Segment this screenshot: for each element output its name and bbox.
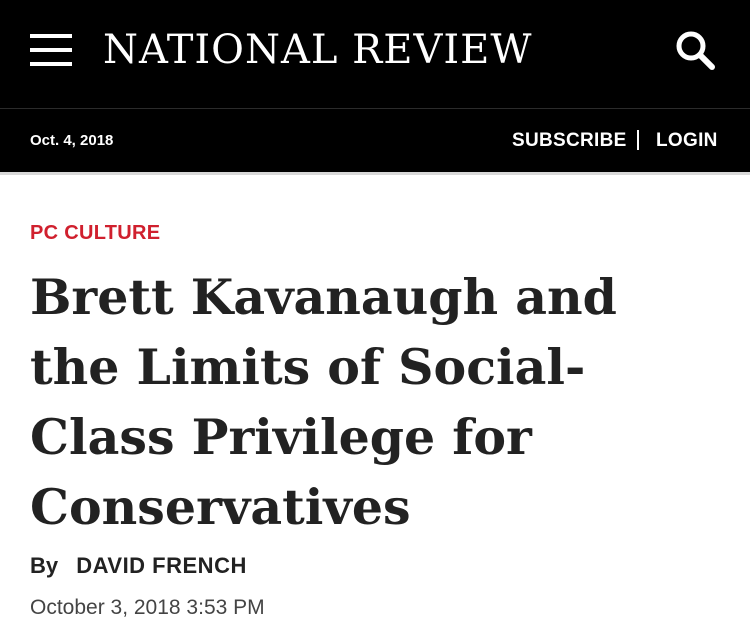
menu-line xyxy=(30,62,72,66)
hamburger-menu-icon[interactable] xyxy=(30,30,72,70)
login-link[interactable]: LOGIN xyxy=(656,109,718,172)
menu-line xyxy=(30,34,72,38)
subscribe-link[interactable]: SUBSCRIBE xyxy=(512,109,627,172)
header-bottom-rule xyxy=(0,172,750,175)
article-headline: Brett Kavanaugh and the Limits of Social… xyxy=(30,268,617,536)
nav-separator xyxy=(637,130,639,150)
publish-timestamp: October 3, 2018 3:53 PM xyxy=(30,596,265,619)
byline-prefix: By xyxy=(30,553,59,578)
top-nav-bar: NATIONAL REVIEW xyxy=(0,0,750,108)
author-link[interactable]: DAVID FRENCH xyxy=(76,553,247,578)
sub-nav-bar: Oct. 4, 2018 SUBSCRIBE LOGIN xyxy=(0,109,750,172)
article-byline: By DAVID FRENCH xyxy=(30,553,247,579)
menu-line xyxy=(30,48,72,52)
article-category-link[interactable]: PC CULTURE xyxy=(30,222,160,245)
search-icon[interactable] xyxy=(672,27,718,73)
site-logo[interactable]: NATIONAL REVIEW xyxy=(103,22,532,78)
current-date: Oct. 4, 2018 xyxy=(30,132,114,149)
